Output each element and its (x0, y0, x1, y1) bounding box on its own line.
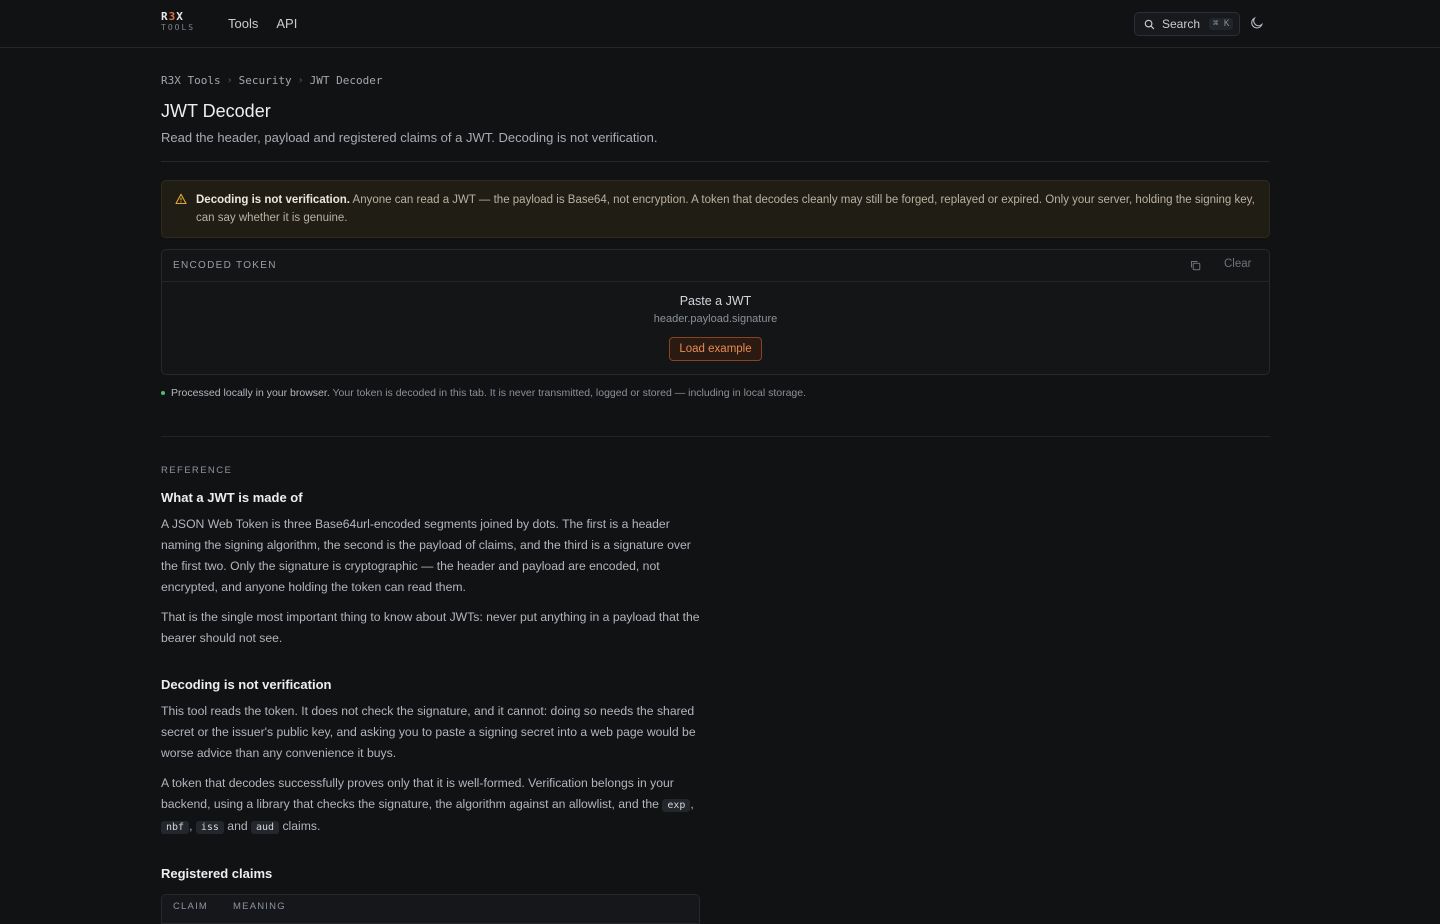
token-card: ENCODED TOKEN Clear Paste a JWT header.p… (161, 249, 1270, 375)
top-bar: R3X TOOLS Tools API Search ⌘ K (0, 0, 1440, 48)
reference-article: What a JWT is made of A JSON Web Token i… (161, 490, 701, 924)
column-header-claim: CLAIM (173, 901, 209, 912)
search-icon (1144, 19, 1155, 29)
paragraph: A JSON Web Token is three Base64url-enco… (161, 517, 691, 594)
separator: , (690, 797, 694, 811)
divider (161, 436, 1270, 437)
copy-icon[interactable] (1190, 260, 1201, 271)
search-button[interactable]: Search ⌘ K (1134, 12, 1240, 36)
logo[interactable]: R3X TOOLS (161, 11, 195, 33)
paragraph: That is the single most important thing … (161, 610, 700, 645)
breadcrumb: R3X Tools › Security › JWT Decoder (161, 74, 1270, 87)
load-example-button[interactable]: Load example (669, 337, 762, 361)
privacy-bold: Processed locally in your browser. (171, 387, 330, 399)
paragraph: This tool reads the token. It does not c… (161, 704, 696, 760)
section-heading: Registered claims (161, 866, 273, 881)
section-heading: Decoding is not verification (161, 677, 332, 692)
paragraph-text: A token that decodes successfully proves… (161, 776, 674, 811)
section-heading: What a JWT is made of (161, 490, 303, 505)
token-label: ENCODED TOKEN (173, 260, 277, 271)
breadcrumb-current: JWT Decoder (309, 74, 383, 87)
logo-wordmark: R3X (161, 10, 184, 23)
privacy-text: Your token is decoded in this tab. It is… (329, 387, 807, 399)
search-shortcut: ⌘ K (1209, 18, 1234, 30)
paste-title: Paste a JWT (679, 294, 752, 308)
column-header-meaning: MEANING (233, 901, 286, 912)
logo-subtitle: TOOLS (161, 23, 196, 32)
clear-button[interactable]: Clear (1224, 258, 1251, 270)
page-subtitle: Read the header, payload and registered … (161, 130, 658, 145)
claim-code: exp (662, 799, 691, 812)
reference-label: REFERENCE (161, 465, 233, 476)
page-title: JWT Decoder (161, 101, 271, 121)
main-content: R3X Tools › Security › JWT Decoder JWT D… (161, 48, 1270, 924)
privacy-note: Processed locally in your browser. Your … (161, 387, 1270, 399)
status-dot-icon (161, 391, 165, 395)
warning-banner: Decoding is not verification. Anyone can… (161, 180, 1270, 238)
warning-triangle-icon (175, 193, 187, 205)
separator: and (223, 819, 252, 833)
warning-text: Anyone can read a JWT — the payload is B… (196, 194, 1255, 224)
paste-hint: header.payload.signature (653, 313, 778, 325)
divider (161, 161, 1270, 162)
breadcrumb-home[interactable]: R3X Tools (161, 74, 221, 87)
separator: , (189, 819, 196, 833)
token-dropzone[interactable]: Paste a JWT header.payload.signature Loa… (162, 282, 1269, 374)
claim-code: iss (195, 821, 224, 834)
main-nav: Tools API (228, 16, 297, 31)
claims-table-header: CLAIM MEANING (161, 894, 700, 924)
nav-api[interactable]: API (276, 16, 297, 31)
search-label: Search (1162, 17, 1201, 31)
paragraph: A token that decodes successfully proves… (161, 773, 701, 838)
nav-tools[interactable]: Tools (228, 16, 258, 31)
warning-title: Decoding is not verification. (196, 194, 350, 206)
chevron-right-icon: › (297, 75, 304, 86)
claim-code: nbf (161, 821, 190, 834)
chevron-right-icon: › (226, 75, 233, 86)
token-card-header: ENCODED TOKEN Clear (162, 250, 1269, 282)
breadcrumb-security[interactable]: Security (239, 74, 292, 87)
paragraph-text: claims. (279, 819, 321, 833)
moon-icon[interactable] (1250, 16, 1264, 30)
claim-code: aud (251, 821, 280, 834)
